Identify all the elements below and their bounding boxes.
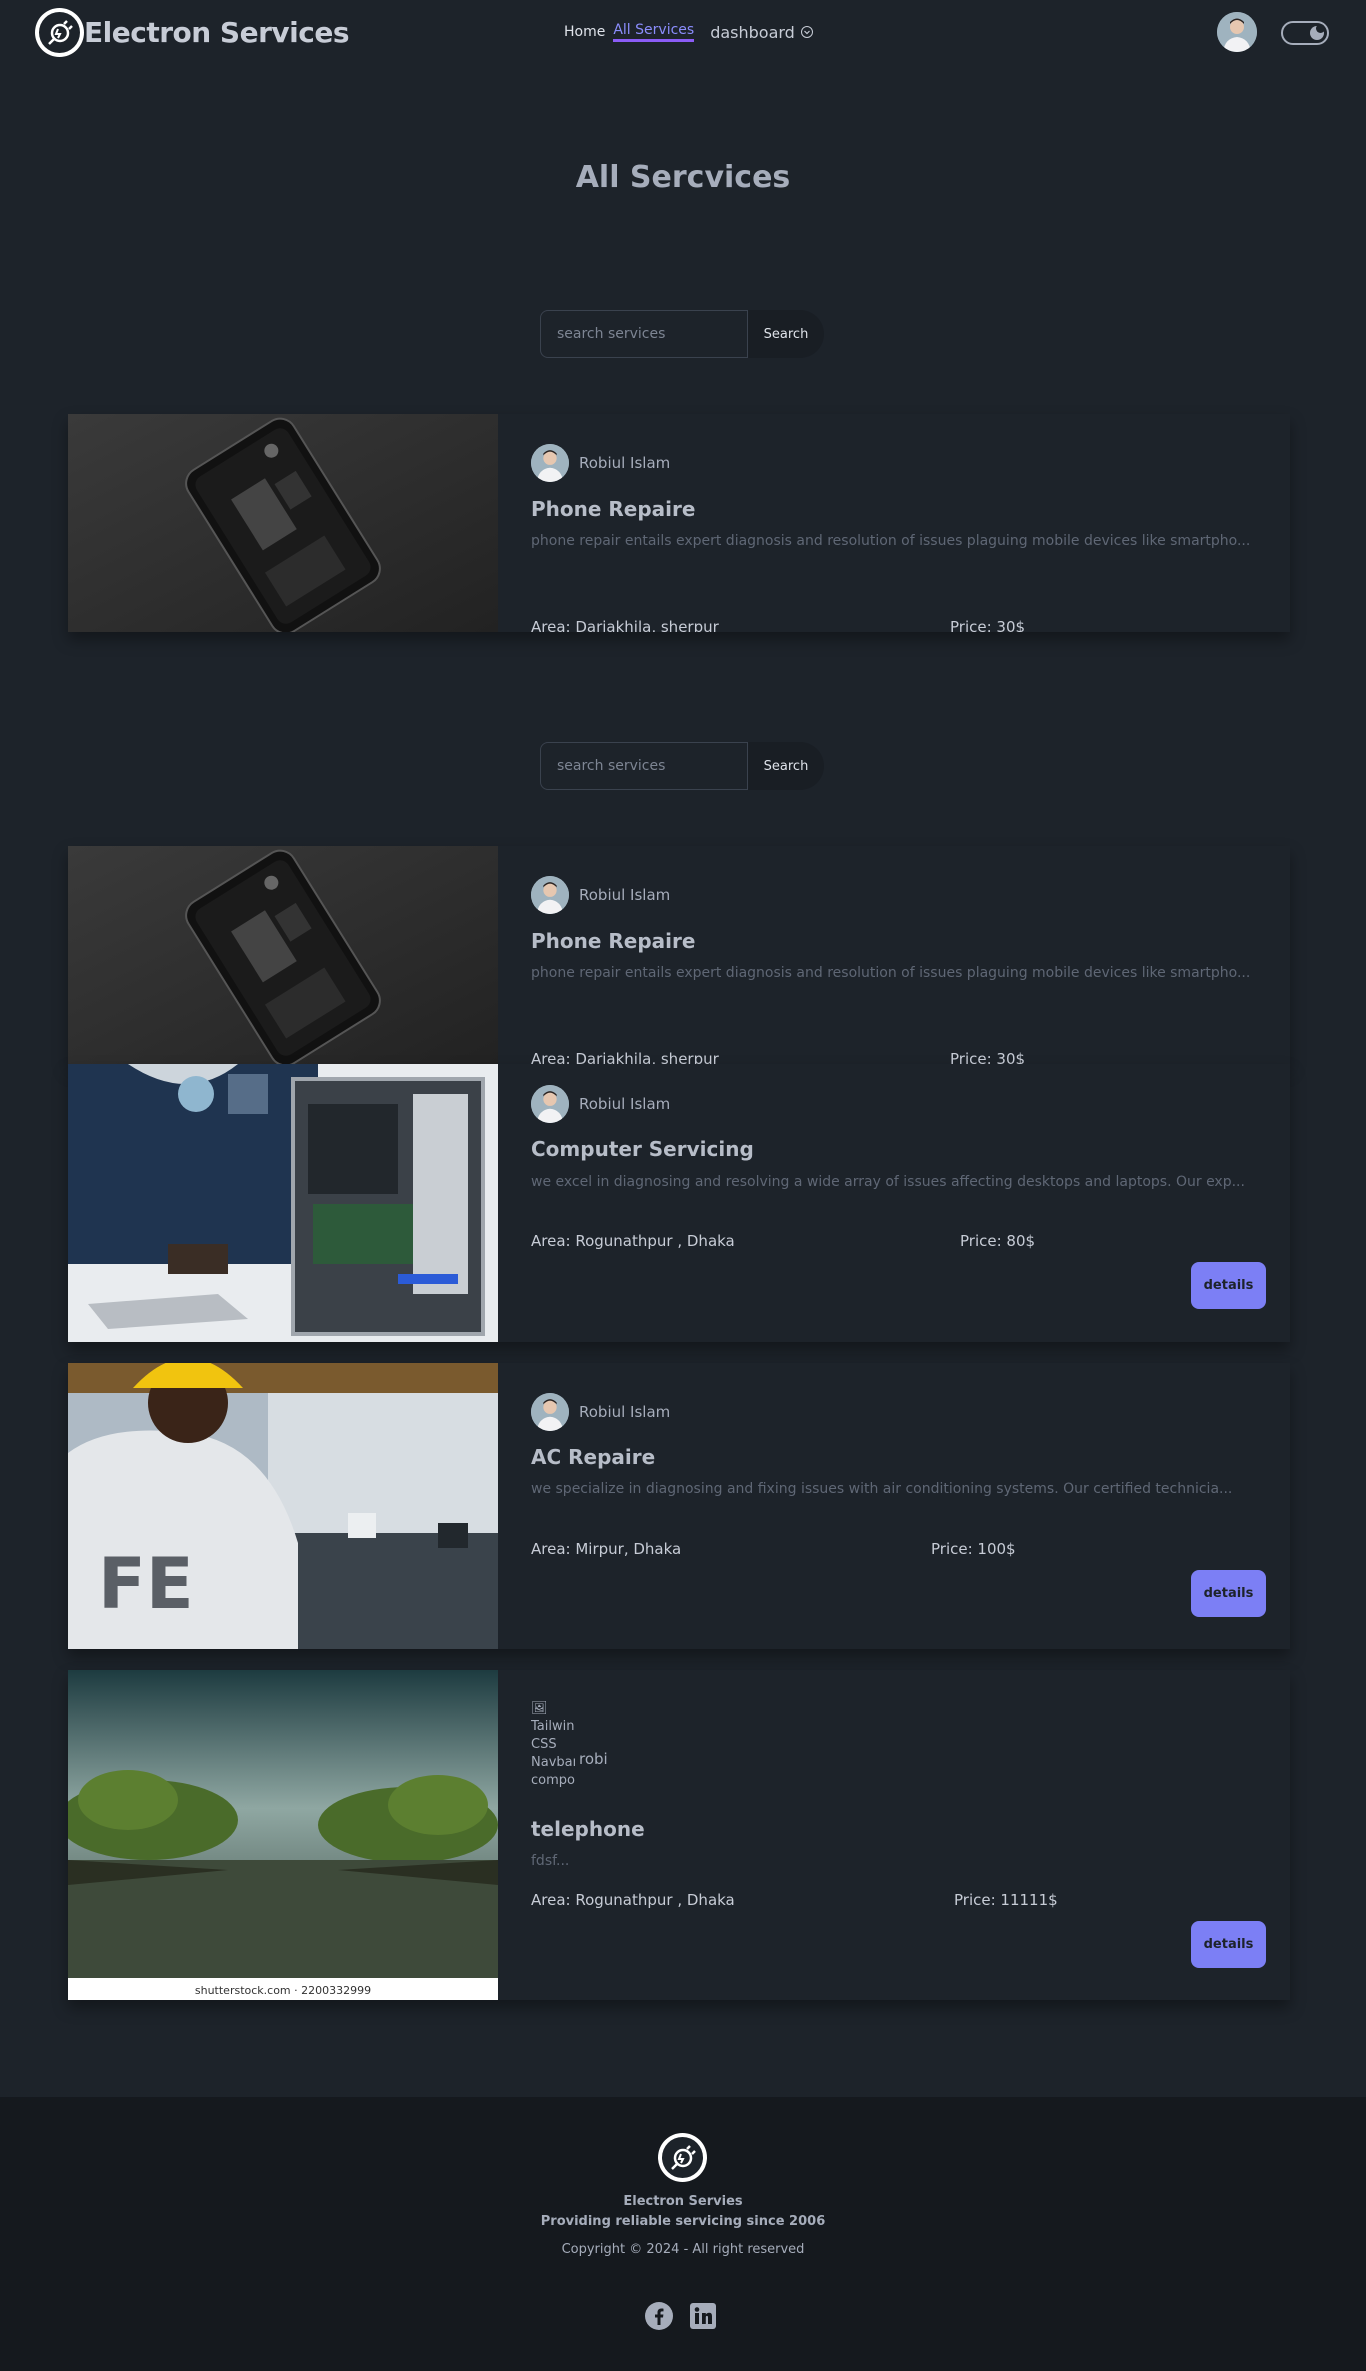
author-name: robi <box>579 1750 608 1768</box>
author-name: Robiul Islam <box>579 454 671 472</box>
service-author: robi <box>579 1750 608 1768</box>
computer-servicing-image <box>68 1064 498 1342</box>
brand-logo-link[interactable]: Electron Services <box>35 8 350 57</box>
navbar: Electron Services Home All Services dash… <box>0 0 1366 66</box>
svg-text:FE: FE <box>98 1543 194 1625</box>
facebook-icon[interactable] <box>644 2301 674 2331</box>
broken-image-icon: 🖼 <box>531 1701 548 1716</box>
search-input[interactable] <box>540 310 748 358</box>
author-avatar <box>531 444 569 482</box>
moon-icon <box>1310 24 1325 40</box>
service-price: Price: 30$ <box>950 618 1026 632</box>
linkedin-icon[interactable] <box>688 2301 718 2331</box>
author-name: Robiul Islam <box>579 1095 671 1113</box>
author-avatar <box>531 1085 569 1123</box>
phone-repair-image <box>68 414 498 632</box>
plug-logo-icon <box>35 8 84 57</box>
phone-repair-image <box>68 846 498 1064</box>
service-area: Area: Dariakhila, sherpur <box>531 1050 719 1064</box>
search-bar: Search <box>540 310 824 358</box>
footer-company-name: Electron Servies <box>623 2194 743 2209</box>
main-nav: Home All Services dashboard <box>564 22 822 42</box>
footer-copyright: Copyright © 2024 - All right reserved <box>561 2242 805 2257</box>
service-area: Area: Rogunathpur , Dhaka <box>531 1891 735 1909</box>
chevron-down-icon <box>800 26 813 38</box>
service-price: Price: 80$ <box>960 1232 1036 1250</box>
service-title: telephone <box>531 1817 645 1841</box>
image-watermark: shutterstock.com · 2200332999 <box>195 1984 371 1997</box>
service-card: shutterstock.com · 2200332999 🖼 Tailwind… <box>68 1670 1290 2000</box>
service-description: phone repair entails expert diagnosis an… <box>531 965 1251 981</box>
author-avatar <box>531 876 569 914</box>
mangrove-river-image: shutterstock.com · 2200332999 <box>68 1670 498 2000</box>
details-button[interactable]: details <box>1191 1921 1266 1968</box>
service-title: Phone Repaire <box>531 929 696 953</box>
service-title: AC Repaire <box>531 1445 656 1469</box>
nav-dropdown-dashboard[interactable]: dashboard <box>710 23 814 42</box>
search-bar: Search <box>540 742 824 790</box>
service-description: we specialize in diagnosing and fixing i… <box>531 1481 1233 1497</box>
service-description: fdsf... <box>531 1853 570 1869</box>
avatar-alt-text: Tailwind CSS Navbar component <box>531 1719 575 1788</box>
nav-dashboard-label: dashboard <box>710 22 795 42</box>
user-avatar[interactable] <box>1217 12 1257 52</box>
details-button[interactable]: details <box>1191 1570 1266 1617</box>
service-description: we excel in diagnosing and resolving a w… <box>531 1174 1245 1190</box>
service-area: Area: Rogunathpur , Dhaka <box>531 1232 735 1250</box>
plug-logo-icon <box>658 2133 707 2182</box>
details-button[interactable]: details <box>1191 1262 1266 1309</box>
service-title: Computer Servicing <box>531 1137 754 1161</box>
footer: Electron Servies Providing reliable serv… <box>0 2097 1366 2371</box>
author-avatar <box>531 1393 569 1431</box>
service-author: Robiul Islam <box>531 876 670 914</box>
search-button[interactable]: Search <box>748 742 824 790</box>
search-button[interactable]: Search <box>748 310 824 358</box>
service-author: Robiul Islam <box>531 1085 670 1123</box>
theme-toggle[interactable] <box>1281 21 1329 45</box>
ac-repair-image: FE <box>68 1363 498 1649</box>
nav-link-all-services[interactable]: All Services <box>613 22 695 42</box>
social-links <box>644 2301 718 2331</box>
nav-link-home[interactable]: Home <box>564 24 605 40</box>
service-price: Price: 100$ <box>931 1540 1016 1558</box>
service-card: FE Robiul Islam AC Repaire we specialize… <box>68 1363 1290 1649</box>
search-input[interactable] <box>540 742 748 790</box>
service-price: Price: 11111$ <box>954 1891 1058 1909</box>
service-card: Robiul Islam Phone Repaire phone repair … <box>68 414 1290 632</box>
service-author: Robiul Islam <box>531 1393 670 1431</box>
author-name: Robiul Islam <box>579 886 671 904</box>
service-card: Robiul Islam Computer Servicing we excel… <box>68 1064 1290 1342</box>
service-price: Price: 30$ <box>950 1050 1026 1064</box>
page-title: All Sercvices <box>575 160 791 195</box>
service-area: Area: Dariakhila, sherpur <box>531 618 719 632</box>
author-name: Robiul Islam <box>579 1403 671 1421</box>
service-author: Robiul Islam <box>531 444 670 482</box>
footer-tagline: Providing reliable servicing since 2006 <box>540 2214 826 2229</box>
service-title: Phone Repaire <box>531 497 696 521</box>
broken-avatar-image: 🖼 Tailwind CSS Navbar component <box>531 1700 575 1790</box>
service-card: Robiul Islam Phone Repaire phone repair … <box>68 846 1290 1064</box>
brand-name: Electron Services <box>84 16 350 49</box>
service-description: phone repair entails expert diagnosis an… <box>531 533 1251 549</box>
service-area: Area: Mirpur, Dhaka <box>531 1540 682 1558</box>
